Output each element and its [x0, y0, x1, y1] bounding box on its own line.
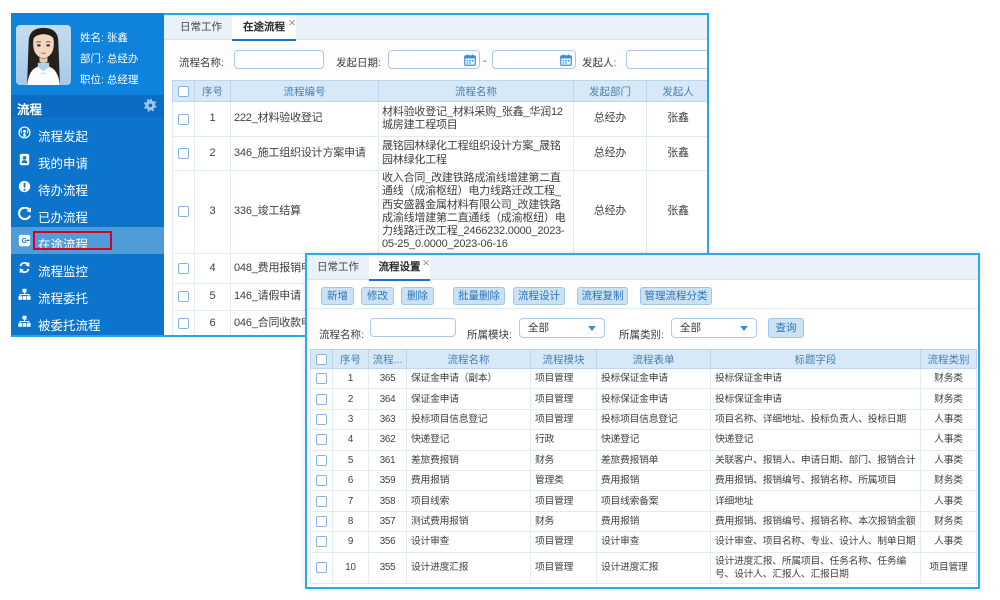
svg-text:G: G	[22, 238, 27, 245]
